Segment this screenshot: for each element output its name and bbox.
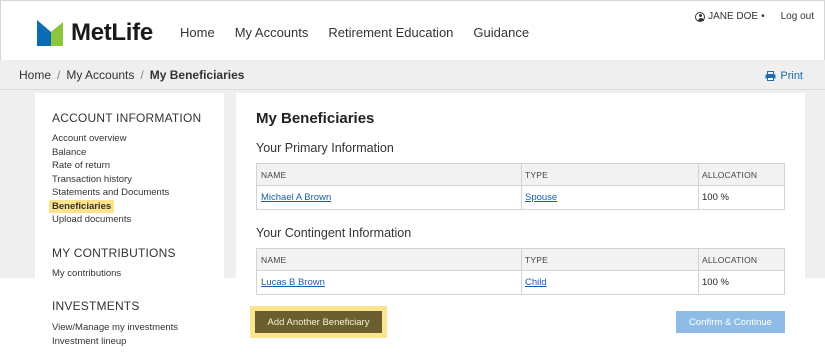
beneficiary-allocation: 100 % (702, 192, 729, 203)
sidebar-heading-my-contributions: MY CONTRIBUTIONS (52, 246, 176, 260)
column-header-allocation: ALLOCATION (702, 169, 758, 180)
user-profile-link[interactable]: JANE DOE • (695, 11, 765, 22)
sidebar-item-transaction-history[interactable]: Transaction history (52, 173, 169, 187)
printer-icon (765, 71, 776, 81)
column-header-type: TYPE (525, 254, 549, 265)
metlife-logo[interactable]: MetLife (37, 19, 153, 47)
table-row: Lucas B Brown Child 100 % (257, 271, 784, 294)
user-icon (695, 11, 706, 22)
beneficiary-name-link[interactable]: Lucas B Brown (261, 277, 325, 288)
sidebar-item-rate-of-return[interactable]: Rate of return (52, 159, 169, 173)
breadcrumb-separator: / (140, 68, 144, 82)
sidebar-list-my-contributions: My contributions (52, 267, 121, 281)
beneficiary-type-link[interactable]: Spouse (525, 192, 557, 203)
sidebar-item-statements-and-documents[interactable]: Statements and Documents (52, 186, 169, 200)
contingent-beneficiaries-table: NAME TYPE ALLOCATION Lucas B Brown Child… (256, 248, 785, 295)
column-header-name: NAME (261, 254, 287, 265)
print-label: Print (780, 70, 803, 82)
column-header-type: TYPE (525, 169, 549, 180)
beneficiary-name-link[interactable]: Michael A Brown (261, 192, 331, 203)
confirm-continue-button[interactable]: Confirm & Continue (676, 311, 785, 333)
breadcrumb: Home / My Accounts / My Beneficiaries (19, 68, 244, 82)
main-content: My Beneficiaries Your Primary Informatio… (236, 93, 805, 358)
brand-name: MetLife (71, 19, 153, 46)
user-name: JANE DOE (708, 11, 759, 22)
table-header: NAME TYPE ALLOCATION (257, 249, 784, 271)
breadcrumb-separator: / (57, 68, 61, 82)
breadcrumb-bar: Home / My Accounts / My Beneficiaries Pr… (0, 60, 825, 90)
beneficiary-type-link[interactable]: Child (525, 277, 547, 288)
sidebar-item-view-manage-investments[interactable]: View/Manage my investments (52, 321, 178, 335)
add-beneficiary-highlight: Add Another Beneficiary (250, 306, 387, 338)
column-header-allocation: ALLOCATION (702, 254, 758, 265)
sidebar-item-account-overview[interactable]: Account overview (52, 132, 169, 146)
sidebar-list-investments: View/Manage my investments Investment li… (52, 321, 178, 348)
sidebar-item-balance[interactable]: Balance (52, 146, 169, 160)
sidebar-item-my-contributions[interactable]: My contributions (52, 267, 121, 281)
sidebar-item-upload-documents[interactable]: Upload documents (52, 213, 169, 227)
user-dropdown-indicator: • (761, 11, 765, 22)
primary-beneficiaries-table: NAME TYPE ALLOCATION Michael A Brown Spo… (256, 163, 785, 210)
print-button[interactable]: Print (765, 70, 803, 82)
user-menu: JANE DOE • Log out (695, 11, 814, 22)
add-another-beneficiary-button[interactable]: Add Another Beneficiary (255, 311, 382, 333)
sidebar-heading-investments: INVESTMENTS (52, 299, 140, 313)
sidebar-heading-account-information: ACCOUNT INFORMATION (52, 111, 202, 125)
column-header-name: NAME (261, 169, 287, 180)
nav-guidance[interactable]: Guidance (473, 25, 529, 40)
primary-info-heading: Your Primary Information (256, 141, 394, 155)
site-header: MetLife Home My Accounts Retirement Educ… (0, 0, 825, 60)
breadcrumb-my-accounts[interactable]: My Accounts (66, 68, 134, 82)
nav-home[interactable]: Home (180, 25, 215, 40)
sidebar-list-account-information: Account overview Balance Rate of return … (49, 132, 169, 227)
table-row: Michael A Brown Spouse 100 % (257, 186, 784, 209)
logout-link[interactable]: Log out (781, 11, 814, 22)
contingent-info-heading: Your Contingent Information (256, 226, 412, 240)
breadcrumb-home[interactable]: Home (19, 68, 51, 82)
metlife-logo-icon (37, 20, 63, 46)
breadcrumb-current: My Beneficiaries (149, 68, 245, 82)
sidebar: ACCOUNT INFORMATION Account overview Bal… (35, 93, 224, 358)
nav-my-accounts[interactable]: My Accounts (235, 25, 309, 40)
nav-retirement-education[interactable]: Retirement Education (328, 25, 453, 40)
sidebar-item-beneficiaries[interactable]: Beneficiaries (49, 199, 115, 213)
table-header: NAME TYPE ALLOCATION (257, 164, 784, 186)
sidebar-item-investment-lineup[interactable]: Investment lineup (52, 335, 178, 349)
beneficiary-allocation: 100 % (702, 277, 729, 288)
page-title: My Beneficiaries (256, 110, 375, 127)
main-nav: Home My Accounts Retirement Education Gu… (180, 25, 529, 40)
